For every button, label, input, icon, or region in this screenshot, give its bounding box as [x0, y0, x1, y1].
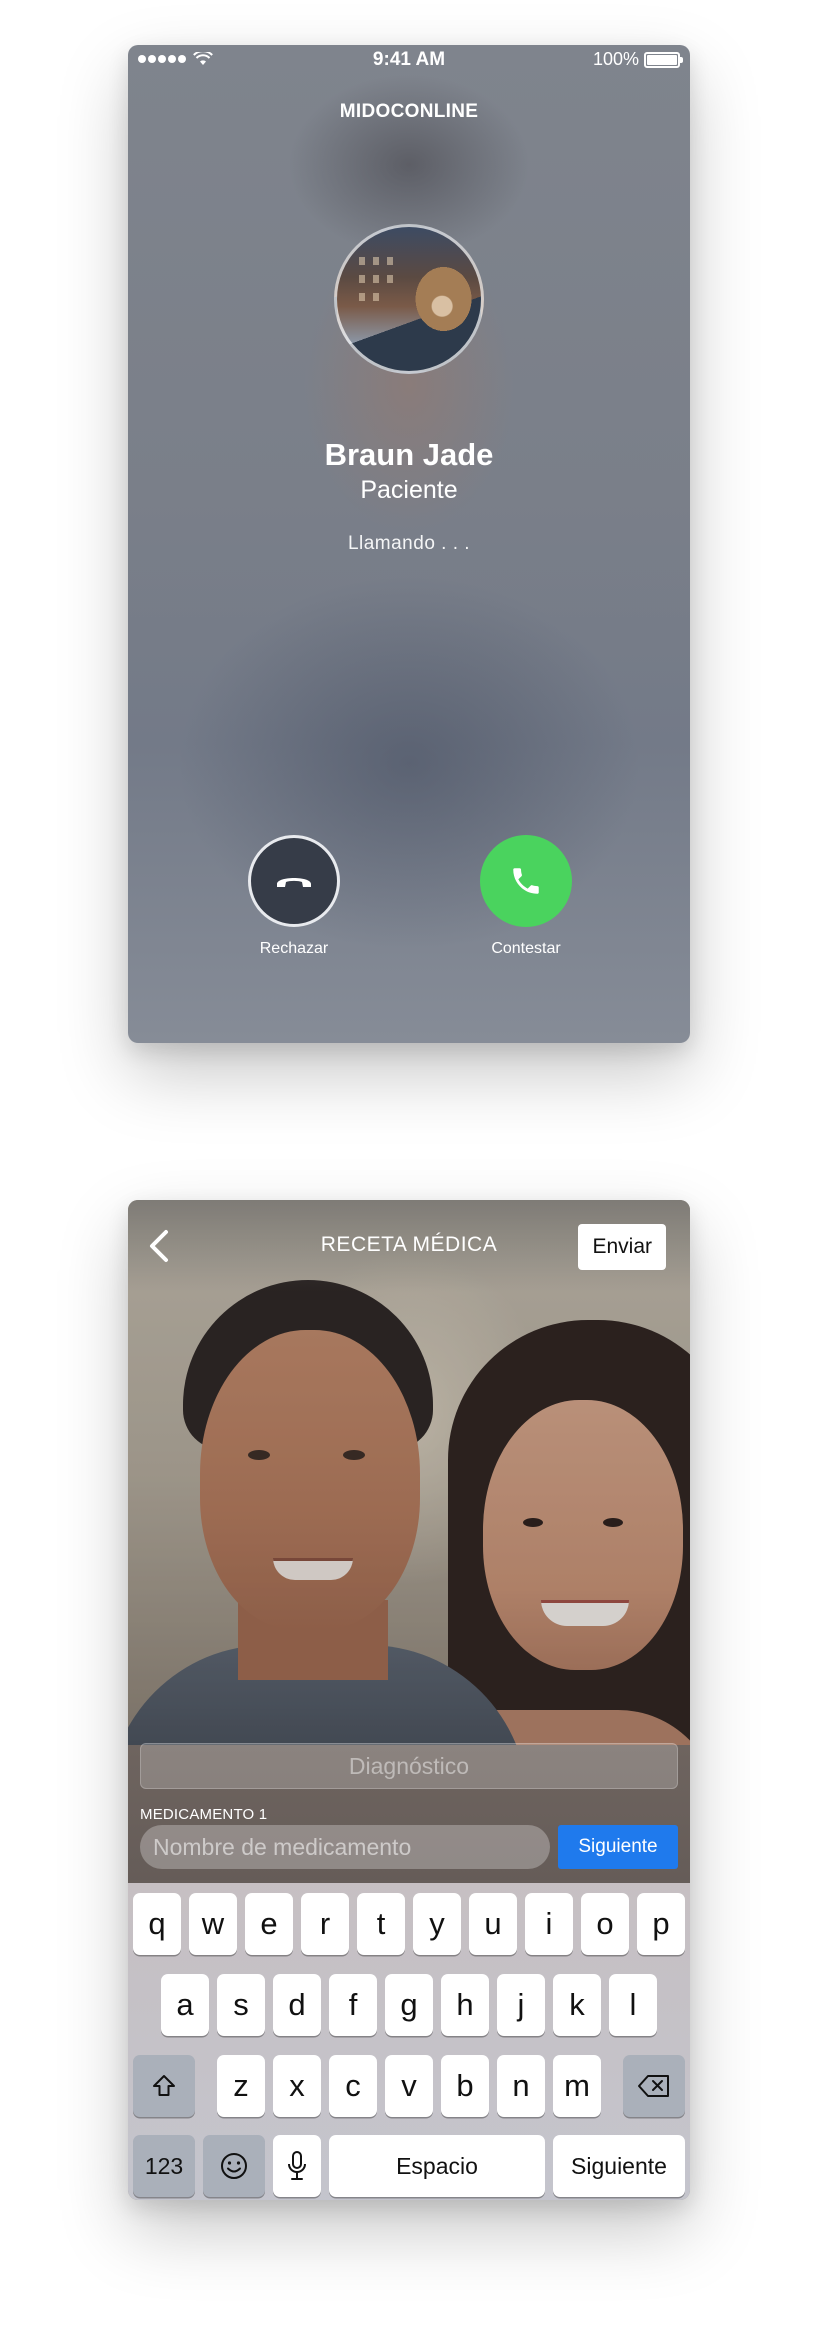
key-e[interactable]: e	[245, 1893, 293, 1955]
hang-up-icon	[277, 878, 311, 887]
emoji-icon	[221, 2153, 247, 2179]
key-z[interactable]: z	[217, 2055, 265, 2117]
send-button[interactable]: Enviar	[578, 1224, 666, 1270]
numbers-key[interactable]: 123	[133, 2135, 195, 2197]
decline-call-button[interactable]	[248, 835, 340, 927]
key-l[interactable]: l	[609, 1974, 657, 2036]
key-x[interactable]: x	[273, 2055, 321, 2117]
incoming-call-screen: 9:41 AM 100% MIDOCONLINE Braun Jade Paci…	[128, 45, 690, 1043]
medication-label: MEDICAMENTO 1	[140, 1806, 268, 1823]
status-bar: 9:41 AM 100%	[128, 45, 690, 75]
key-v[interactable]: v	[385, 2055, 433, 2117]
phone-icon	[513, 868, 539, 894]
answer-call-button[interactable]	[480, 835, 572, 927]
decline-label: Rechazar	[259, 940, 329, 957]
battery-status: 100%	[592, 49, 683, 70]
caller-role: Paciente	[360, 476, 458, 504]
key-k[interactable]: k	[553, 1974, 601, 2036]
microphone-icon	[288, 2151, 306, 2180]
key-a[interactable]: a	[161, 1974, 209, 2036]
on-screen-keyboard: q w e r t y u i o p a s d f g h j k l z …	[128, 1883, 690, 2200]
key-m[interactable]: m	[553, 2055, 601, 2117]
answer-label: Contestar	[491, 940, 561, 957]
key-g[interactable]: g	[385, 1974, 433, 2036]
key-t[interactable]: t	[357, 1893, 405, 1955]
key-y[interactable]: y	[413, 1893, 461, 1955]
key-d[interactable]: d	[273, 1974, 321, 2036]
caller-avatar	[334, 224, 484, 374]
return-key[interactable]: Siguiente	[553, 2135, 685, 2197]
key-h[interactable]: h	[441, 1974, 489, 2036]
key-c[interactable]: c	[329, 2055, 377, 2117]
prescription-screen: RECETA MÉDICA Enviar Diagnóstico MEDICAM…	[128, 1200, 690, 2200]
key-u[interactable]: u	[469, 1893, 517, 1955]
medication-name-input[interactable]	[140, 1825, 550, 1869]
app-brand: MIDOCONLINE	[339, 101, 479, 122]
space-key[interactable]: Espacio	[329, 2135, 545, 2197]
battery-icon	[644, 51, 683, 68]
nav-bar: RECETA MÉDICA Enviar	[128, 1200, 690, 1292]
emoji-key[interactable]	[203, 2135, 265, 2197]
call-status: Llamando . . .	[347, 533, 471, 554]
diagnosis-field[interactable]: Diagnóstico	[140, 1743, 678, 1789]
key-s[interactable]: s	[217, 1974, 265, 2036]
dictation-key[interactable]	[273, 2135, 321, 2197]
key-f[interactable]: f	[329, 1974, 377, 2036]
shift-key[interactable]	[133, 2055, 195, 2117]
delete-key[interactable]	[623, 2055, 685, 2117]
key-w[interactable]: w	[189, 1893, 237, 1955]
key-b[interactable]: b	[441, 2055, 489, 2117]
key-p[interactable]: p	[637, 1893, 685, 1955]
next-button[interactable]: Siguiente	[558, 1825, 678, 1869]
key-n[interactable]: n	[497, 2055, 545, 2117]
shift-icon	[153, 2075, 175, 2096]
key-q[interactable]: q	[133, 1893, 181, 1955]
key-j[interactable]: j	[497, 1974, 545, 2036]
battery-percent: 100%	[592, 49, 639, 69]
backspace-icon	[638, 2075, 669, 2097]
caller-name: Braun Jade	[324, 437, 494, 472]
key-i[interactable]: i	[525, 1893, 573, 1955]
key-o[interactable]: o	[581, 1893, 629, 1955]
key-r[interactable]: r	[301, 1893, 349, 1955]
